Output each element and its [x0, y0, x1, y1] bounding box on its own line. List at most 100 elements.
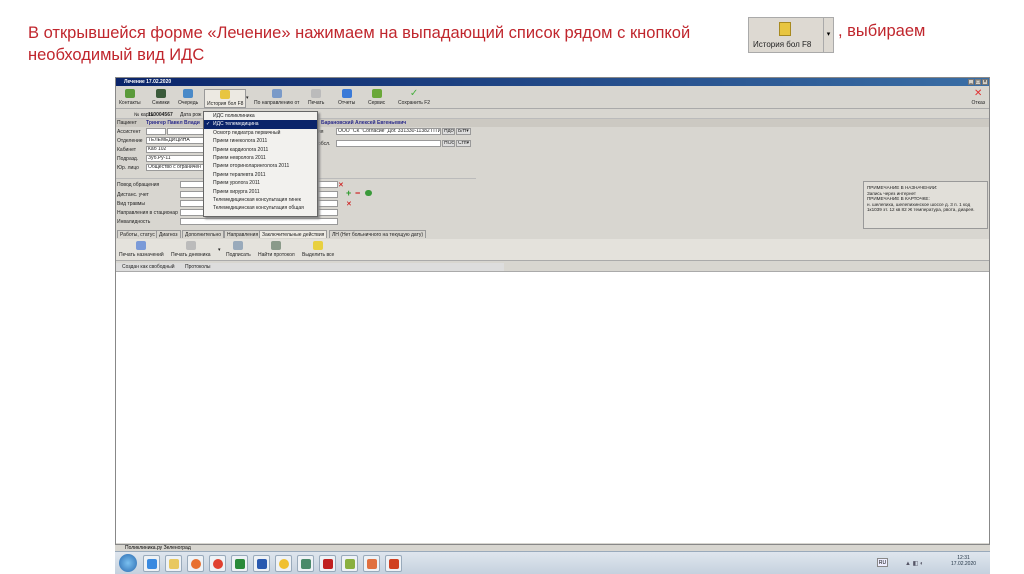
clock[interactable]: 12:31 17.02.2020: [951, 555, 976, 567]
patient-name[interactable]: Трингер Павел Влади: [146, 119, 200, 127]
ids-dropdown-menu: ИДС поликлиника ✓ ИДС телемедицина Осмотр…: [203, 111, 318, 217]
cancel-button[interactable]: ✕ Отказ: [972, 88, 986, 107]
reports-button[interactable]: Отчеты: [338, 89, 355, 106]
content-area: [116, 271, 989, 543]
queue-button[interactable]: Очередь: [178, 89, 198, 106]
book-icon: [779, 22, 791, 36]
remove-icon[interactable]: −: [355, 188, 360, 198]
card-number: 110004567: [148, 112, 173, 118]
column-created[interactable]: Создан как свободный: [122, 263, 175, 271]
history-button[interactable]: История бол F8: [204, 89, 247, 108]
slide-instruction: В открывшейся форме «Лечение» нажимаем н…: [28, 24, 691, 64]
column-protocols[interactable]: Протоколы: [185, 263, 211, 271]
note-box: ПРИМЕЧАНИЕ В НАЗНАЧЕНИИ: Запись через инт…: [863, 181, 988, 229]
sign-button[interactable]: Подписать: [226, 241, 251, 258]
menu-item[interactable]: Осмотр педиатра первичный: [204, 129, 317, 137]
history-button-sample: История бол F8 ▾: [748, 17, 834, 53]
explorer-icon[interactable]: [165, 555, 182, 572]
tab-final-actions[interactable]: Заключительные действия: [259, 230, 328, 238]
queue-icon: [183, 89, 194, 98]
1c-icon[interactable]: [275, 555, 292, 572]
paint-icon[interactable]: [363, 555, 380, 572]
close-button[interactable]: ×: [982, 79, 988, 85]
images-button[interactable]: Снимки: [152, 89, 170, 106]
nds-select[interactable]: Ндс▾: [442, 128, 455, 135]
assistant-name-field[interactable]: [167, 128, 207, 135]
find-protocol-button[interactable]: Найти протокол: [258, 241, 295, 258]
tab-additional[interactable]: Дополнительно: [182, 230, 224, 238]
nds2-select[interactable]: НОс▾: [442, 140, 455, 147]
tab-referrals[interactable]: Направления: [224, 230, 262, 238]
menu-item-selected[interactable]: ✓ ИДС телемедицина: [204, 120, 317, 129]
stp-select[interactable]: Стп▾: [456, 140, 471, 147]
service-icon: [371, 89, 382, 98]
menu-item[interactable]: Прием гинеколога 2011: [204, 137, 317, 145]
contract-field[interactable]: ООО "СК "Согласие" Дог. 331330-11382 ПТИ: [336, 128, 441, 135]
start-button[interactable]: [119, 554, 137, 572]
print-diary-button[interactable]: Печать дневника: [171, 241, 211, 258]
menu-item[interactable]: Прием терапевта 2011: [204, 171, 317, 179]
print-diary-dropdown[interactable]: ▾: [218, 247, 221, 253]
tab-sick-leave[interactable]: ЛН (Нет больничного на текущую дату): [329, 230, 427, 238]
clear-x-icon[interactable]: ✕: [338, 181, 344, 189]
refresh-icon[interactable]: [365, 190, 372, 196]
add-icon[interactable]: +: [346, 188, 351, 198]
print-prescriptions-button[interactable]: Печать назначений: [119, 241, 164, 258]
ie-icon[interactable]: [143, 555, 160, 572]
assistant-field[interactable]: [146, 128, 166, 135]
menu-item[interactable]: Телемедицинская консультация гинек: [204, 196, 317, 204]
payment-select[interactable]: Б/Н▾: [456, 128, 471, 135]
cabinet-field[interactable]: Каб 102: [146, 146, 206, 153]
word-icon[interactable]: [253, 555, 270, 572]
menu-item[interactable]: Прием невролога 2011: [204, 154, 317, 162]
maximize-button[interactable]: □: [975, 79, 981, 85]
select-all-icon: [313, 241, 324, 250]
save-button[interactable]: ✓ Сохранить F2: [398, 88, 430, 107]
taskbar: RU ▲ ◧ ◐ 12:31 17.02.2020: [115, 551, 990, 574]
printer-icon: [311, 89, 322, 98]
select-all-button[interactable]: Выделить все: [302, 241, 334, 258]
contacts-button[interactable]: Контакты: [119, 89, 141, 106]
slide-instruction-tail: , выбираем: [838, 22, 926, 40]
chrome-icon[interactable]: [209, 555, 226, 572]
sub-tabs: Создан как свободный Протоколы: [116, 263, 504, 271]
sub-toolbar: Печать назначений Печать дневника ▾ Подп…: [116, 239, 989, 261]
by-referral-button[interactable]: По направлению от: [254, 89, 299, 106]
service-button[interactable]: Сервис: [368, 89, 385, 106]
menu-item[interactable]: Прием уролога 2011: [204, 179, 317, 187]
excel-icon[interactable]: [231, 555, 248, 572]
reports-icon: [341, 89, 352, 98]
tab-diagnosis[interactable]: Диагноз: [156, 230, 181, 238]
menu-item[interactable]: Прием хирурга 2011: [204, 188, 317, 196]
document-icon: [271, 89, 282, 98]
minimize-button[interactable]: _: [968, 79, 974, 85]
doctor-name: Барановский Алексей Евгеньевич: [321, 120, 407, 126]
media-player-icon[interactable]: [187, 555, 204, 572]
clear-x-icon[interactable]: ✕: [346, 200, 352, 208]
menu-item[interactable]: Прием оториноларинголога 2011: [204, 162, 317, 170]
menu-item[interactable]: Телемедицинская консультация общая: [204, 204, 317, 212]
pdf-icon[interactable]: [319, 555, 336, 572]
app-icon[interactable]: [297, 555, 314, 572]
language-indicator[interactable]: RU: [877, 558, 888, 567]
disability-field[interactable]: [180, 218, 338, 225]
menu-item[interactable]: ИДС поликлиника: [204, 112, 317, 120]
menu-item[interactable]: Прием кардиолога 2011: [204, 146, 317, 154]
service-field[interactable]: [336, 140, 441, 147]
camera-icon: [155, 89, 166, 98]
checklist-icon[interactable]: [341, 555, 358, 572]
main-toolbar: Контакты Снимки Очередь История бол F8 ▾…: [116, 87, 989, 109]
print-icon: [136, 241, 147, 250]
checkmark-icon: ✓: [409, 88, 419, 99]
check-icon: ✓: [206, 121, 211, 128]
history-dropdown-arrow[interactable]: ▾: [246, 95, 249, 101]
tray-icons[interactable]: ▲ ◧ ◐: [905, 560, 924, 567]
print-button[interactable]: Печать: [308, 89, 324, 106]
department-field[interactable]: ТЕЛЕМЕДИЦИНА: [146, 137, 206, 144]
subdivision-field[interactable]: Зуб.Ру-11: [146, 155, 206, 162]
sign-icon: [233, 241, 244, 250]
powerpoint-icon[interactable]: [385, 555, 402, 572]
cancel-x-icon: ✕: [974, 88, 983, 99]
legal-entity-field[interactable]: Общество с ограничен: [146, 164, 206, 171]
tab-works-status[interactable]: Работы, статус: [117, 230, 158, 238]
